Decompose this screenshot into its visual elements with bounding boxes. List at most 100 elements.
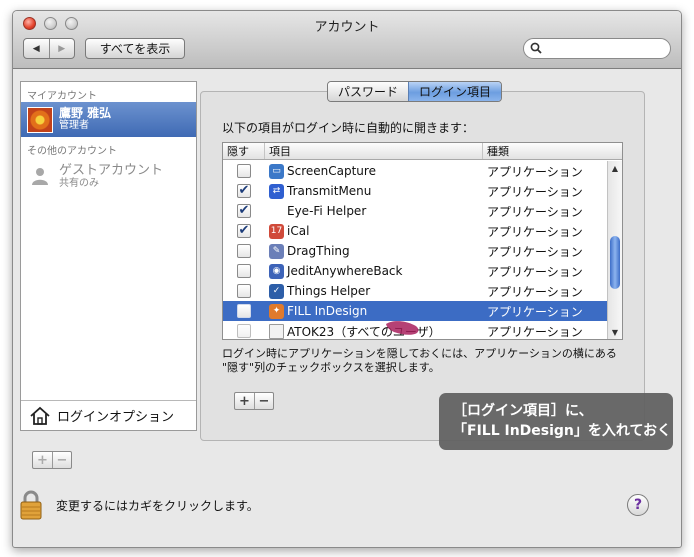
table-row[interactable]: ▭ ScreenCapture アプリケーション: [223, 161, 608, 181]
hide-cell: [223, 304, 265, 318]
hide-checkbox[interactable]: [237, 224, 251, 238]
account-item-guest[interactable]: ゲストアカウント 共有のみ: [21, 157, 196, 195]
column-kind[interactable]: 種類: [483, 143, 607, 159]
hide-checkbox[interactable]: [237, 204, 251, 218]
table-row[interactable]: ✎ DragThing アプリケーション: [223, 241, 608, 261]
current-user-role: 管理者: [59, 120, 89, 131]
house-icon: [29, 406, 51, 426]
other-accounts-header: その他のアカウント: [27, 146, 117, 157]
item-kind: アプリケーション: [487, 184, 583, 199]
hide-apps-note-line2: "隠す"列のチェックボックスを選択します。: [222, 361, 440, 374]
hide-checkbox[interactable]: [237, 324, 251, 338]
title-bar: アカウント ◀ ▶ すべてを表示: [13, 11, 681, 69]
item-cell: ✓ Things Helper: [265, 283, 483, 299]
item-name: JeditAnywhereBack: [287, 264, 403, 278]
account-list: マイアカウント 鷹野 雅弘 管理者 その他のアカウント ゲストアカウント 共有の…: [20, 81, 197, 431]
scroll-down-arrow-icon[interactable]: ▼: [608, 325, 622, 339]
item-kind: アプリケーション: [487, 204, 583, 219]
column-item[interactable]: 項目: [265, 143, 483, 159]
remove-login-item-button[interactable]: −: [254, 393, 273, 409]
item-cell: ✎ DragThing: [265, 243, 483, 259]
item-name: Eye-Fi Helper: [287, 204, 367, 218]
item-cell: ✦ FILL InDesign: [265, 303, 483, 319]
tab-password[interactable]: パスワード: [328, 82, 409, 101]
help-button[interactable]: ?: [627, 494, 649, 516]
item-cell: Eye-Fi Helper: [265, 204, 483, 219]
hide-checkbox[interactable]: [237, 164, 251, 178]
hide-checkbox[interactable]: [237, 184, 251, 198]
hide-checkbox[interactable]: [237, 304, 251, 318]
back-forward-control: ◀ ▶: [23, 38, 75, 59]
add-login-item-button[interactable]: +: [235, 393, 254, 409]
hide-checkbox[interactable]: [237, 264, 251, 278]
guest-role: 共有のみ: [59, 177, 99, 189]
hide-cell: [223, 224, 265, 238]
table-row[interactable]: 17iCal アプリケーション: [223, 221, 608, 241]
account-item-current-user[interactable]: 鷹野 雅弘 管理者: [21, 102, 196, 137]
column-hide[interactable]: 隠す: [223, 143, 265, 159]
hide-cell: [223, 264, 265, 278]
hide-cell: [223, 184, 265, 198]
current-user-name: 鷹野 雅弘: [59, 106, 112, 120]
back-button[interactable]: ◀: [24, 39, 49, 58]
item-name: ScreenCapture: [287, 164, 376, 178]
hide-cell: [223, 204, 265, 218]
item-cell: ◉ JeditAnywhereBack: [265, 263, 483, 279]
item-name: Things Helper: [287, 284, 371, 298]
table-row[interactable]: ⇄TransmitMenu アプリケーション: [223, 181, 608, 201]
hide-apps-note-line1: ログイン時にアプリケーションを隠しておくには、アプリケーションの横にある: [222, 347, 617, 360]
login-items-intro: 以下の項目がログイン時に自動的に開きます：: [222, 121, 475, 135]
blank-icon: [269, 204, 284, 219]
show-all-button[interactable]: すべてを表示: [85, 38, 185, 59]
hide-cell: [223, 164, 265, 178]
table-row[interactable]: ◉ JeditAnywhereBack アプリケーション: [223, 261, 608, 281]
document-icon: [269, 323, 284, 339]
table-rows: ▭ScreenCapture アプリケーション ⇄TransmitMenu アプリケー…: [223, 161, 608, 339]
search-field[interactable]: [523, 38, 671, 59]
account-add-remove: + −: [32, 451, 72, 469]
item-name: FILL InDesign: [287, 304, 368, 318]
item-kind: アプリケーション: [487, 324, 583, 339]
item-kind: アプリケーション: [487, 224, 583, 239]
item-cell: ▭ ScreenCapture: [265, 163, 483, 179]
forward-button[interactable]: ▶: [48, 39, 75, 58]
hide-cell: [223, 244, 265, 258]
item-name: TransmitMenu: [287, 184, 372, 198]
transmit-icon: ⇄: [269, 183, 284, 199]
login-options-item[interactable]: ログインオプション: [21, 400, 196, 430]
fill-indesign-icon: ✦: [269, 303, 284, 319]
item-kind: アプリケーション: [487, 304, 583, 319]
my-accounts-header: マイアカウント: [27, 91, 97, 102]
table-row[interactable]: Eye-Fi Helper アプリケーション: [223, 201, 608, 221]
things-icon: ✓: [269, 283, 284, 299]
hide-cell: [223, 324, 265, 338]
hide-checkbox[interactable]: [237, 244, 251, 258]
tab-bar: パスワード ログイン項目: [327, 81, 503, 102]
remove-account-button[interactable]: −: [52, 452, 71, 468]
item-cell: ⇄ TransmitMenu: [265, 183, 483, 199]
table-row[interactable]: ✓ Things Helper アプリケーション: [223, 281, 608, 301]
screencapture-icon: ▭: [269, 163, 284, 179]
avatar: [27, 106, 53, 133]
add-account-button[interactable]: +: [33, 452, 52, 468]
window-title: アカウント: [314, 20, 380, 35]
pointing-hand-cursor-icon: [384, 316, 424, 343]
table-scrollbar[interactable]: ▲ ▼: [607, 161, 622, 339]
lock-icon[interactable]: [20, 490, 42, 520]
scroll-up-arrow-icon[interactable]: ▲: [608, 161, 622, 175]
table-header: 隠す 項目 種類: [223, 143, 622, 160]
item-kind: アプリケーション: [487, 264, 583, 279]
item-name: DragThing: [287, 244, 350, 258]
hide-cell: [223, 284, 265, 298]
annotation-callout: ［ログイン項目］に、 「FILL InDesign」を入れておく: [439, 393, 673, 450]
item-cell: 17 iCal: [265, 223, 483, 239]
callout-line2: 「FILL InDesign」を入れておく: [453, 423, 672, 439]
tab-login-items[interactable]: ログイン項目: [408, 82, 502, 101]
item-kind: アプリケーション: [487, 244, 583, 259]
item-kind: アプリケーション: [487, 284, 583, 299]
search-icon: [530, 42, 542, 57]
lock-row: 変更するにはカギをクリックします。: [20, 490, 259, 520]
hide-checkbox[interactable]: [237, 284, 251, 298]
scroll-thumb[interactable]: [610, 236, 620, 289]
item-name: iCal: [287, 224, 310, 238]
